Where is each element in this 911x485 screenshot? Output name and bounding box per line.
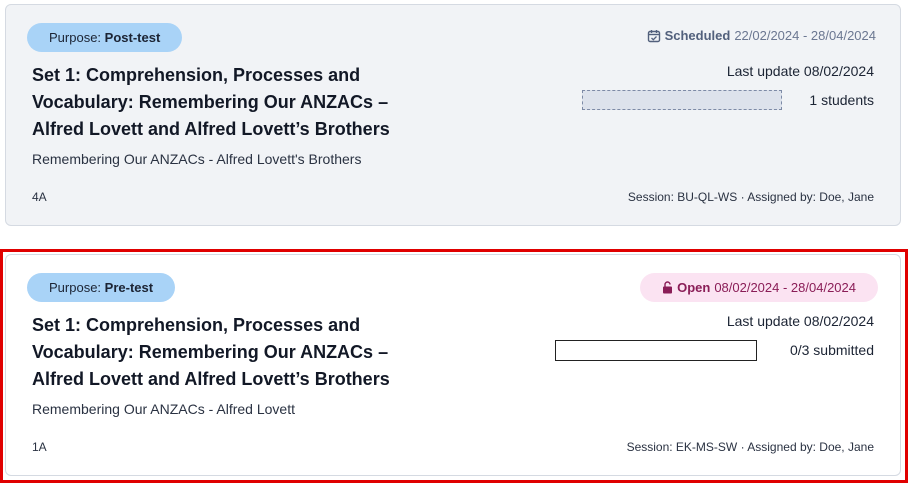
purpose-prefix: Purpose: xyxy=(49,30,102,45)
last-update: Last update 08/02/2024 xyxy=(726,313,874,329)
purpose-value: Post-test xyxy=(104,30,161,45)
purpose-prefix: Purpose: xyxy=(49,280,102,295)
class-label: 4A xyxy=(32,190,47,204)
progress-bar xyxy=(582,90,782,110)
progress-bar xyxy=(555,340,757,361)
status-label: Scheduled xyxy=(664,28,731,43)
student-count: 1 students xyxy=(809,92,874,108)
purpose-badge: Purpose: Pre-test xyxy=(27,273,176,302)
purpose-value: Pre-test xyxy=(104,280,154,295)
assignment-subtitle: Remembering Our ANZACs - Alfred Lovett's… xyxy=(32,151,362,167)
session-info: Session: EK-MS-SW · Assigned by: Doe, Ja… xyxy=(626,440,874,454)
assignment-card-scheduled[interactable]: Purpose: Post-test Scheduled 22/02/2024 … xyxy=(5,4,901,226)
last-update: Last update 08/02/2024 xyxy=(726,63,874,79)
assignment-title[interactable]: Set 1: Comprehension, Processes and Voca… xyxy=(32,312,432,393)
unlock-icon xyxy=(662,281,673,294)
session-info: Session: BU-QL-WS · Assigned by: Doe, Ja… xyxy=(627,190,874,204)
assignment-title[interactable]: Set 1: Comprehension, Processes and Voca… xyxy=(32,62,432,143)
assignment-card-open[interactable]: Purpose: Pre-test Open 08/02/2024 - 28/0… xyxy=(5,254,901,476)
status-open-badge: Open 08/02/2024 - 28/04/2024 xyxy=(640,273,878,302)
date-range: 08/02/2024 - 28/04/2024 xyxy=(714,280,856,295)
assignment-subtitle: Remembering Our ANZACs - Alfred Lovett xyxy=(32,401,295,417)
submitted-count: 0/3 submitted xyxy=(789,342,874,358)
class-label: 1A xyxy=(32,440,47,454)
status-label: Open xyxy=(677,280,711,295)
purpose-badge: Purpose: Post-test xyxy=(27,23,183,52)
status-scheduled: Scheduled 22/02/2024 - 28/04/2024 xyxy=(647,28,876,43)
calendar-check-icon xyxy=(647,29,661,43)
date-range: 22/02/2024 - 28/04/2024 xyxy=(734,28,876,43)
